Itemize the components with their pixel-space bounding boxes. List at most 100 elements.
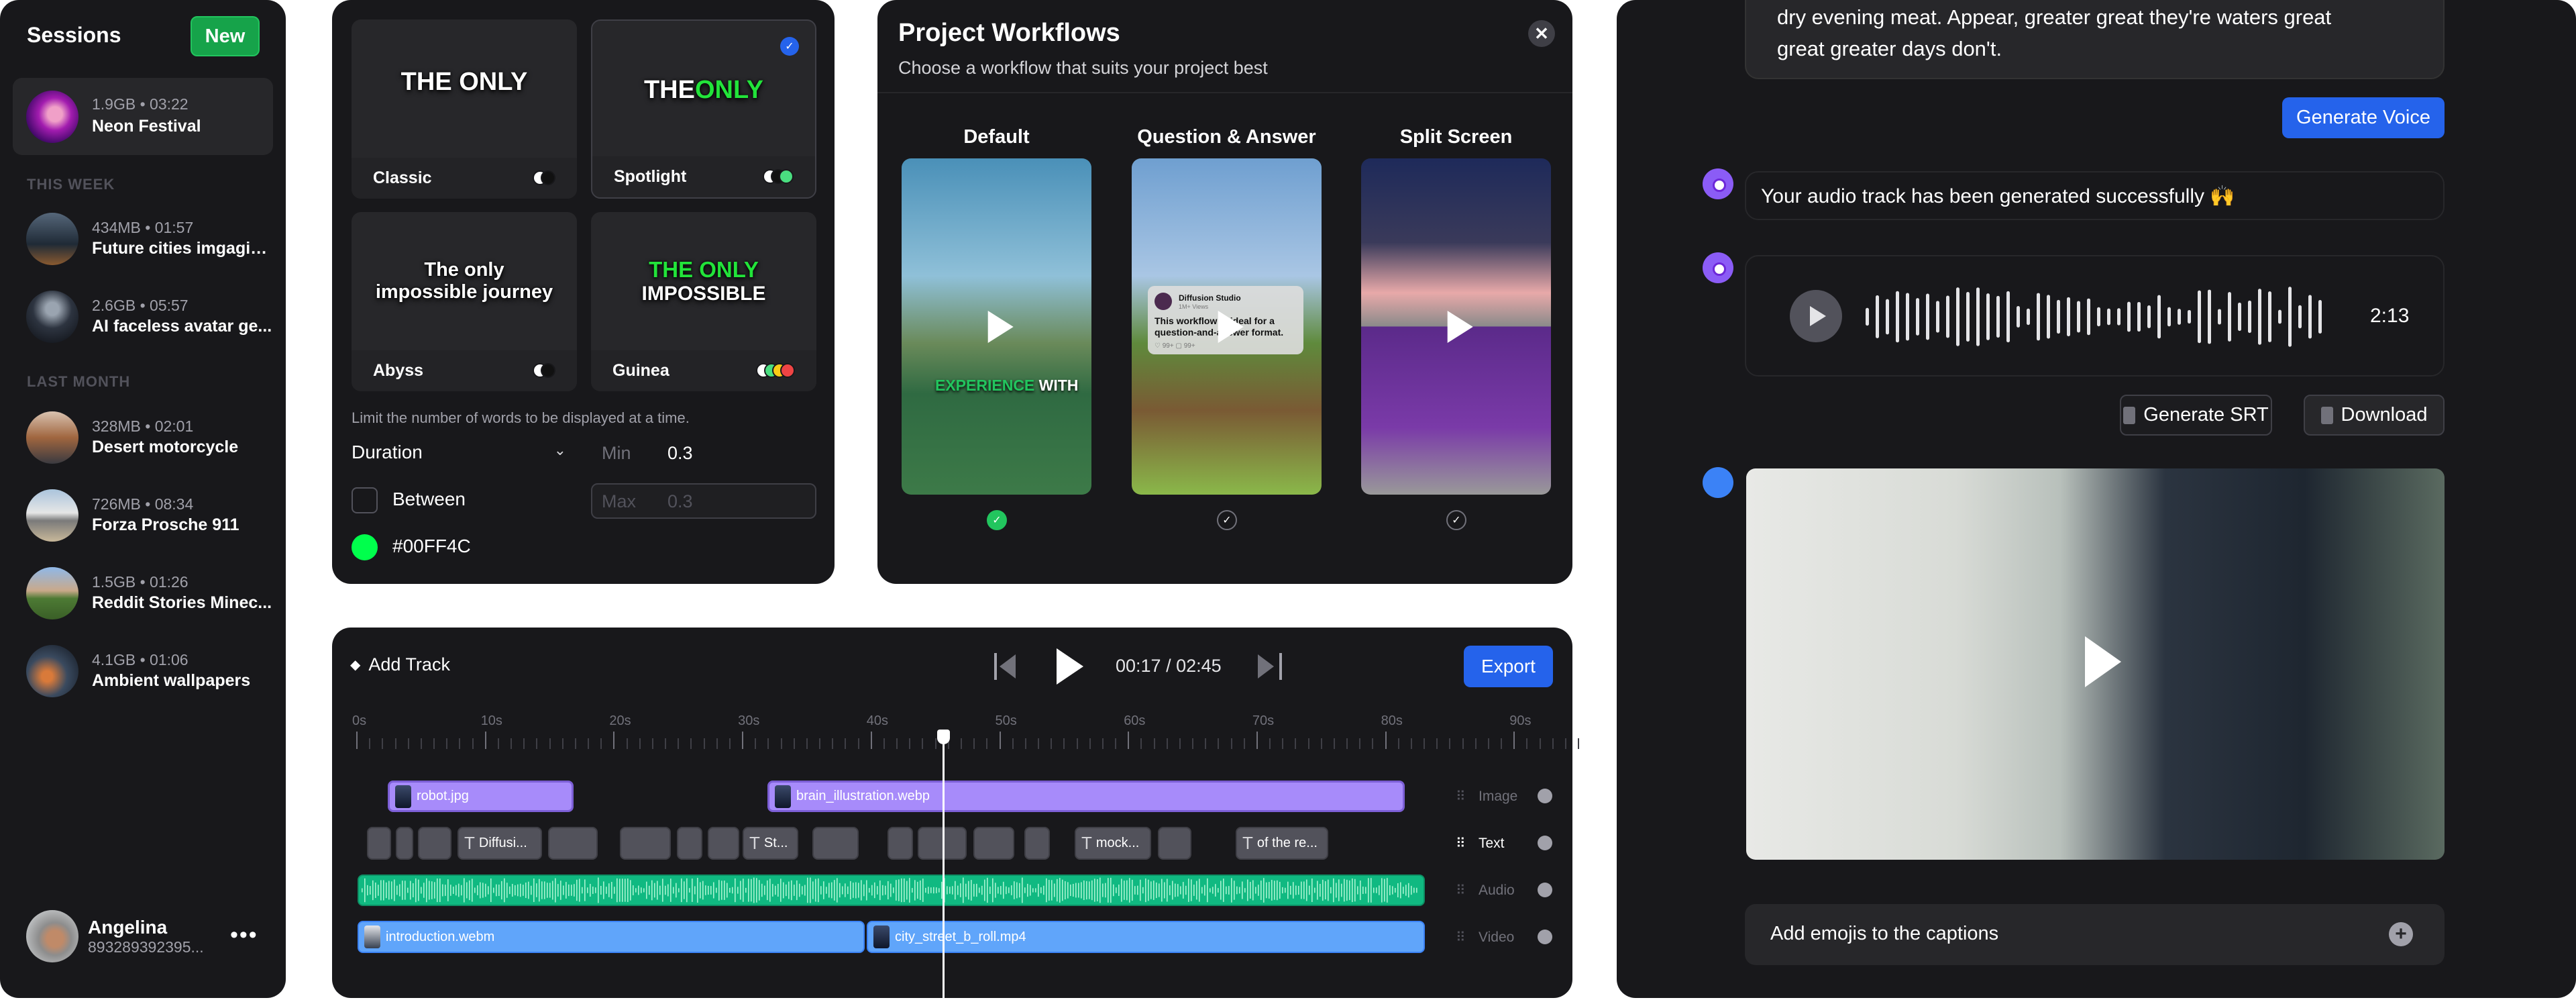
new-session-button[interactable]: New: [191, 16, 260, 56]
caption-style-classic[interactable]: THE ONLY Classic: [352, 19, 577, 199]
waveform-bar: [2006, 291, 2010, 343]
caption-style-abyss[interactable]: The only impossible journey Abyss: [352, 212, 577, 391]
text-clip[interactable]: [548, 827, 598, 860]
ruler-tick: [1269, 738, 1271, 749]
waveform-bar: [1258, 885, 1259, 896]
text-clip[interactable]: [396, 827, 413, 860]
waveform-bar: [1091, 880, 1093, 901]
waveform-bar: [464, 878, 465, 903]
emoji-captions-option[interactable]: Add emojis to the captions +: [1745, 904, 2445, 965]
video-clip[interactable]: city_street_b_roll.mp4: [867, 921, 1425, 953]
audio-clip[interactable]: [358, 874, 1425, 906]
session-item[interactable]: 2.6GB • 05:57 AI faceless avatar ge...: [13, 278, 273, 355]
ruler-label: 30s: [738, 713, 760, 728]
play-icon[interactable]: [1447, 310, 1473, 343]
waveform-bar: [708, 885, 709, 895]
workflow-card-qa[interactable]: Diffusion Studio 1M+ Views This workflow…: [1132, 158, 1322, 495]
download-button[interactable]: Download: [2304, 395, 2445, 436]
waveform-bar: [547, 883, 548, 898]
waveform-bar: [888, 881, 889, 900]
workflow-card-default[interactable]: EXPERIENCE WITH: [902, 158, 1091, 495]
generate-voice-button[interactable]: Generate Voice: [2282, 97, 2445, 138]
check-icon[interactable]: ✓: [1446, 510, 1466, 530]
text-clip[interactable]: [418, 827, 451, 860]
session-item[interactable]: 1.5GB • 01:26 Reddit Stories Minec...: [13, 554, 273, 632]
session-item-active[interactable]: 1.9GB • 03:22 Neon Festival: [13, 78, 273, 155]
text-clip[interactable]: Tmock...: [1075, 827, 1151, 860]
caption-preview: THE ONLY: [400, 67, 528, 96]
waveform-bar: [364, 878, 366, 903]
waveform-bar: [1175, 883, 1176, 897]
eye-icon[interactable]: [1538, 930, 1552, 944]
color-hex-value[interactable]: #00FF4C: [392, 536, 471, 557]
playhead[interactable]: [943, 733, 945, 1000]
eye-icon[interactable]: [1538, 883, 1552, 897]
drag-handle-icon[interactable]: ⠿: [1456, 882, 1466, 899]
add-track-button[interactable]: ◆ Add Track: [350, 654, 450, 675]
video-clip[interactable]: introduction.webm: [358, 921, 865, 953]
text-clip[interactable]: [677, 827, 702, 860]
min-value[interactable]: 0.3: [667, 443, 693, 464]
duration-dropdown[interactable]: Duration ⌄: [352, 442, 566, 468]
ellipsis-icon[interactable]: •••: [230, 922, 258, 948]
session-item[interactable]: 726MB • 08:34 Forza Prosche 911: [13, 477, 273, 554]
text-clip[interactable]: [708, 827, 739, 860]
between-checkbox[interactable]: [352, 487, 378, 513]
ruler-tick: [1385, 732, 1387, 749]
caption-style-spotlight[interactable]: ✓ THE ONLY Spotlight: [591, 19, 816, 199]
caption-style-guinea[interactable]: THE ONLY IMPOSSIBLE Guinea: [591, 212, 816, 391]
close-icon[interactable]: ✕: [1528, 20, 1555, 47]
image-clip[interactable]: brain_illustration.webp: [767, 781, 1405, 812]
text-clip[interactable]: [973, 827, 1014, 860]
audio-play-button[interactable]: [1790, 290, 1842, 342]
skip-forward-icon[interactable]: [1258, 653, 1282, 680]
image-clip[interactable]: robot.jpg: [388, 781, 574, 812]
waveform-bar: [1220, 881, 1222, 900]
drag-handle-icon[interactable]: ⠿: [1456, 835, 1466, 852]
text-clip[interactable]: Tof the re...: [1236, 827, 1328, 860]
generate-srt-button[interactable]: Generate SRT: [2120, 395, 2272, 436]
eye-icon[interactable]: [1538, 789, 1552, 803]
workflow-card-split[interactable]: [1361, 158, 1551, 495]
drag-handle-icon[interactable]: ⠿: [1456, 788, 1466, 805]
plus-icon[interactable]: +: [2389, 922, 2413, 946]
waveform-bar: [501, 881, 502, 900]
waveform-bar: [380, 880, 382, 901]
waveform-bar: [574, 884, 575, 897]
caption-style-name: Abyss: [373, 361, 424, 380]
text-clip[interactable]: [620, 827, 671, 860]
drag-handle-icon[interactable]: ⠿: [1456, 929, 1466, 946]
text-clip[interactable]: T St...: [743, 827, 798, 860]
play-icon[interactable]: [987, 310, 1014, 343]
max-input[interactable]: Max 0.3: [591, 483, 816, 519]
session-item[interactable]: 328MB • 02:01 Desert motorcycle: [13, 399, 273, 476]
waveform-bar: [1333, 878, 1334, 903]
video-preview[interactable]: [1746, 468, 2445, 860]
session-item[interactable]: 434MB • 01:57 Future cities imgagin...: [13, 200, 273, 277]
check-icon[interactable]: ✓: [1217, 510, 1237, 530]
text-clip[interactable]: [1158, 827, 1191, 860]
waveform-bar: [1030, 885, 1031, 896]
text-clip[interactable]: [888, 827, 913, 860]
text-clip[interactable]: [367, 827, 391, 860]
waveform-bar: [783, 882, 784, 899]
text-clip[interactable]: T Diffusi...: [458, 827, 542, 860]
session-name: Neon Festival: [92, 117, 201, 136]
text-clip[interactable]: [1024, 827, 1050, 860]
session-item[interactable]: 4.1GB • 01:06 Ambient wallpapers: [13, 632, 273, 709]
playhead-handle[interactable]: [937, 730, 950, 744]
waveform-bar: [1362, 887, 1364, 894]
user-profile[interactable]: Angelina 893289392395... •••: [26, 910, 257, 964]
skip-back-icon[interactable]: [994, 653, 1018, 680]
play-icon[interactable]: [1218, 310, 1244, 343]
export-button[interactable]: Export: [1464, 646, 1553, 687]
play-icon[interactable]: [2085, 636, 2121, 687]
eye-icon[interactable]: [1538, 836, 1552, 850]
waveform-bar: [453, 887, 454, 894]
color-swatch[interactable]: [352, 534, 378, 560]
play-button[interactable]: [1057, 648, 1083, 685]
audio-waveform[interactable]: [1864, 287, 2334, 347]
text-clip[interactable]: [812, 827, 859, 860]
selected-check-icon[interactable]: ✓: [987, 510, 1007, 530]
waveform-bar: [512, 884, 513, 897]
